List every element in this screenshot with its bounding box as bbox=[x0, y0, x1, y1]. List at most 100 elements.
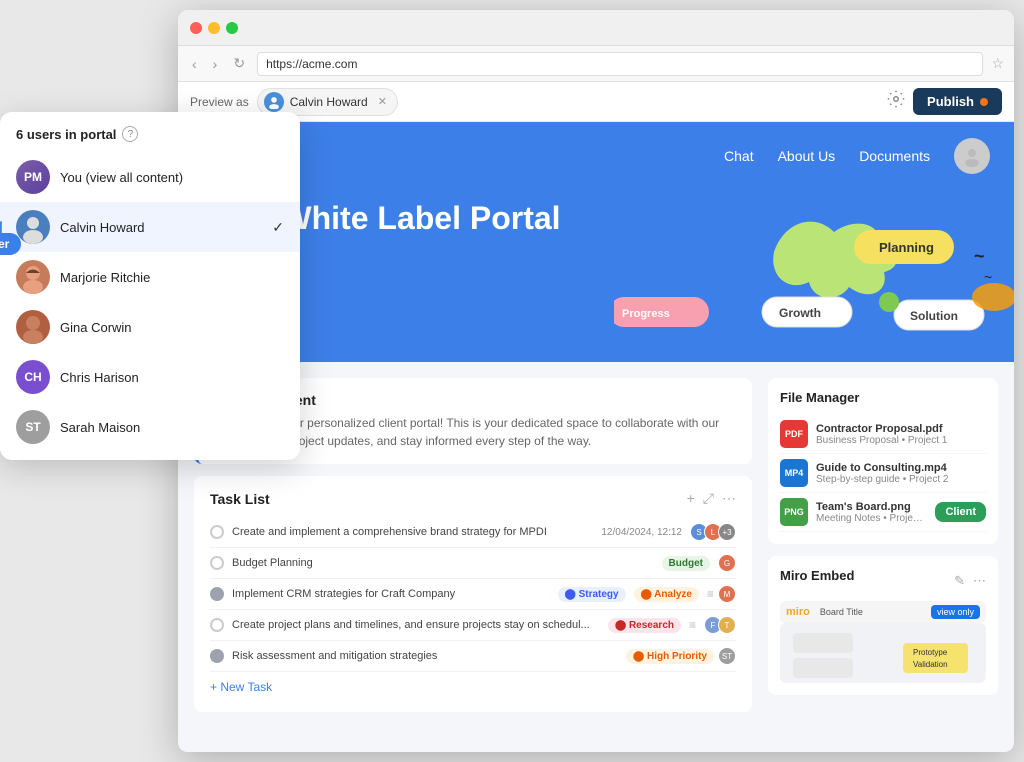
avatar-chris: CH bbox=[16, 360, 50, 394]
file-info: Team's Board.png Meeting Notes • Project… bbox=[816, 501, 927, 524]
hero-shapes: Planning Growth Solution Progress ~ ~ bbox=[614, 202, 1014, 362]
task-menu-icon[interactable]: ⋯ bbox=[722, 490, 736, 507]
avatar-sarah: ST bbox=[16, 410, 50, 444]
client-badge: Client bbox=[935, 502, 986, 522]
avatar-gina bbox=[16, 310, 50, 344]
task-checkbox[interactable] bbox=[210, 618, 224, 632]
new-task-label: + New Task bbox=[210, 680, 272, 694]
user-item-marjorie[interactable]: Marjorie Ritchie bbox=[0, 252, 300, 302]
content-section: Announcement Welcome to your personalize… bbox=[178, 362, 1014, 752]
task-name: Implement CRM strategies for Craft Compa… bbox=[232, 588, 550, 600]
task-name: Budget Planning bbox=[232, 557, 654, 569]
svg-text:~: ~ bbox=[974, 246, 985, 266]
task-checkbox[interactable] bbox=[210, 556, 224, 570]
svg-text:Progress: Progress bbox=[622, 308, 670, 320]
avatar-marjorie bbox=[16, 260, 50, 294]
avatar: M bbox=[718, 585, 736, 603]
portal-users-count: 6 users in portal bbox=[16, 127, 116, 142]
task-checkbox-done[interactable] bbox=[210, 649, 224, 663]
user-name-sarah: Sarah Maison bbox=[60, 420, 284, 435]
file-meta: Business Proposal • Project 1 bbox=[816, 435, 986, 446]
user-item-chris[interactable]: CH Chris Harison bbox=[0, 352, 300, 402]
miro-toolbar: miro Board Title view only bbox=[780, 601, 986, 623]
nav-about[interactable]: About Us bbox=[778, 148, 836, 164]
publish-status-dot bbox=[980, 98, 988, 106]
avatar-stack: S L +3 bbox=[690, 523, 736, 541]
address-input[interactable] bbox=[257, 52, 983, 76]
miro-embed-card: Miro Embed ✎ ⋯ miro Board Title view onl… bbox=[768, 556, 998, 695]
task-name: Create and implement a comprehensive bra… bbox=[232, 526, 593, 538]
miro-menu-icon[interactable]: ⋯ bbox=[973, 573, 986, 589]
user-name-you: You (view all content) bbox=[60, 170, 284, 185]
miro-view-only-btn[interactable]: view only bbox=[931, 605, 980, 619]
task-badge: ⬤ Research bbox=[608, 618, 681, 633]
refresh-button[interactable]: ↻ bbox=[229, 53, 249, 74]
file-name: Contractor Proposal.pdf bbox=[816, 423, 986, 435]
user-item-gina[interactable]: Gina Corwin bbox=[0, 302, 300, 352]
user-chip-name: Calvin Howard bbox=[290, 95, 368, 109]
back-button[interactable]: ‹ bbox=[188, 54, 201, 74]
svg-text:Planning: Planning bbox=[879, 240, 934, 255]
publish-button[interactable]: Publish bbox=[913, 88, 1002, 115]
user-name-gina: Gina Corwin bbox=[60, 320, 284, 335]
new-task-button[interactable]: + New Task bbox=[210, 672, 272, 698]
svg-text:Growth: Growth bbox=[779, 306, 821, 320]
table-row: Risk assessment and mitigation strategie… bbox=[210, 641, 736, 672]
task-checkbox-done[interactable] bbox=[210, 587, 224, 601]
nav-chat[interactable]: Chat bbox=[724, 148, 754, 164]
avatar-stack: F T bbox=[704, 616, 736, 634]
minimize-button[interactable] bbox=[208, 22, 220, 34]
miro-edit-icon[interactable]: ✎ bbox=[954, 573, 965, 589]
task-add-icon[interactable]: + bbox=[687, 490, 695, 507]
task-header-icons: + ⤢ ⋯ bbox=[687, 490, 736, 507]
user-item-sarah[interactable]: ST Sarah Maison bbox=[0, 402, 300, 452]
list-icon: ≡ bbox=[707, 587, 714, 601]
side-panel: File Manager PDF Contractor Proposal.pdf… bbox=[768, 378, 998, 736]
avatar: T bbox=[718, 616, 736, 634]
portal-user-avatar[interactable] bbox=[954, 138, 990, 174]
check-icon: ✓ bbox=[272, 219, 284, 236]
address-bar-row: ‹ › ↻ ☆ bbox=[178, 46, 1014, 82]
avatar-you: PM bbox=[16, 160, 50, 194]
avatar: G bbox=[718, 554, 736, 572]
miro-header: Miro Embed ✎ ⋯ bbox=[780, 568, 986, 593]
users-dropdown[interactable]: 6 users in portal ? PM You (view all con… bbox=[0, 112, 300, 460]
main-content: Chat About Us Documents Your White Label… bbox=[178, 122, 1014, 752]
help-icon[interactable]: ? bbox=[122, 126, 138, 142]
user-item-you[interactable]: PM You (view all content) bbox=[0, 152, 300, 202]
avatar-calvin bbox=[16, 210, 50, 244]
list-item: PDF Contractor Proposal.pdf Business Pro… bbox=[780, 415, 986, 454]
bookmark-icon[interactable]: ☆ bbox=[991, 55, 1004, 72]
table-row: Create project plans and timelines, and … bbox=[210, 610, 736, 641]
file-manager-title: File Manager bbox=[780, 390, 986, 405]
task-expand-icon[interactable]: ⤢ bbox=[703, 490, 714, 507]
task-badge: Budget bbox=[662, 556, 710, 571]
list-icon: ≡ bbox=[689, 618, 696, 632]
avatar: ST bbox=[718, 647, 736, 665]
task-name: Risk assessment and mitigation strategie… bbox=[232, 650, 618, 662]
png-icon: PNG bbox=[780, 498, 808, 526]
file-name: Guide to Consulting.mp4 bbox=[816, 462, 986, 474]
avatar-count: +3 bbox=[718, 523, 736, 541]
settings-icon[interactable] bbox=[887, 90, 905, 113]
table-row: Create and implement a comprehensive bra… bbox=[210, 517, 736, 548]
task-date: 12/04/2024, 12:12 bbox=[601, 527, 682, 538]
pdf-icon: PDF bbox=[780, 420, 808, 448]
task-badge: ⬤ Strategy bbox=[558, 587, 626, 602]
chip-close-icon[interactable]: ✕ bbox=[378, 95, 387, 108]
task-badge: ⬤ Analyze bbox=[634, 587, 699, 602]
publish-label: Publish bbox=[927, 94, 974, 109]
user-item-calvin[interactable]: ◀ Calvin Howard ✓ bbox=[0, 202, 300, 252]
user-name-calvin: Calvin Howard bbox=[60, 220, 262, 235]
user-avatar-small bbox=[264, 92, 284, 112]
file-meta: Meeting Notes • Project 3 bbox=[816, 513, 927, 524]
maximize-button[interactable] bbox=[226, 22, 238, 34]
nav-documents[interactable]: Documents bbox=[859, 148, 930, 164]
task-checkbox[interactable] bbox=[210, 525, 224, 539]
forward-button[interactable]: › bbox=[209, 54, 222, 74]
miro-title: Miro Embed bbox=[780, 568, 854, 583]
browser-window: ‹ › ↻ ☆ Preview as Calvin Howard ✕ Publi… bbox=[178, 10, 1014, 752]
dropdown-header: 6 users in portal ? bbox=[0, 126, 300, 152]
list-item: MP4 Guide to Consulting.mp4 Step-by-step… bbox=[780, 454, 986, 493]
close-button[interactable] bbox=[190, 22, 202, 34]
